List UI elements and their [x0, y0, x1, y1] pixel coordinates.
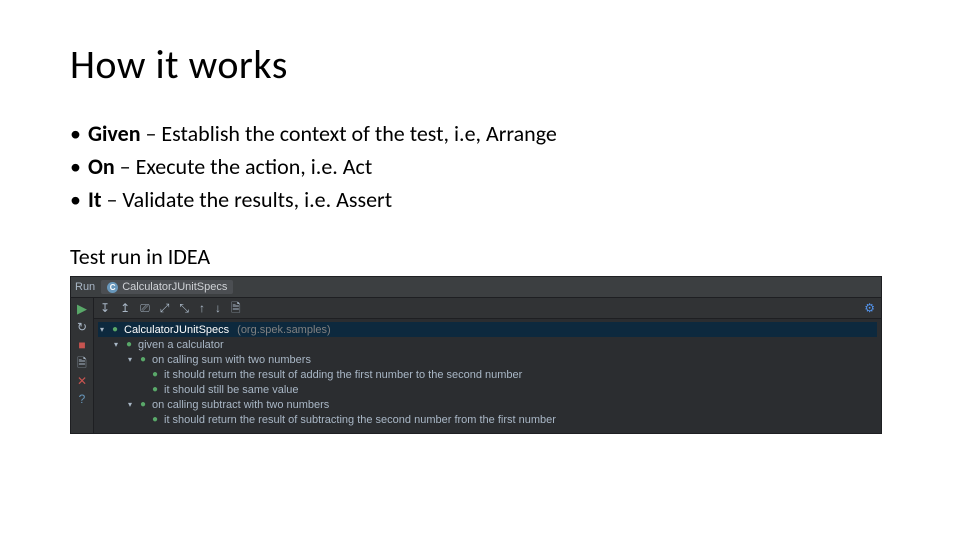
pass-icon: ● — [124, 339, 134, 350]
next-icon[interactable]: ↓ — [215, 302, 221, 314]
help-icon[interactable]: ? — [79, 393, 86, 405]
bullet-term: It — [88, 186, 102, 213]
chevron-down-icon[interactable]: ▾ — [98, 325, 106, 334]
pass-icon: ● — [138, 354, 148, 365]
bullet-term: Given — [88, 120, 141, 147]
filter-icon[interactable]: ⎚ — [140, 302, 150, 314]
ide-run-panel: Run C CalculatorJUnitSpecs ▶ ↻ ■ 🗎 ✕ ? ↧… — [70, 276, 882, 434]
pass-icon: ● — [150, 384, 160, 395]
ide-body: ↧ ↥ ⎚ ⤢ ⤡ ↑ ↓ 🗎 ⚙ ▾ ● CalculatorJUnitSpe… — [94, 298, 881, 433]
slide: How it works Given – Establish the conte… — [0, 0, 960, 540]
bullet-text: – Establish the context of the test, i.e… — [141, 120, 557, 147]
ide-toolbar: ↧ ↥ ⎚ ⤢ ⤡ ↑ ↓ 🗎 ⚙ — [94, 298, 881, 319]
ide-left-gutter: ▶ ↻ ■ 🗎 ✕ ? — [71, 298, 94, 433]
bullet-text: – Validate the results, i.e. Assert — [102, 186, 393, 213]
stop-icon[interactable]: ■ — [78, 339, 85, 351]
run-tool-label: Run — [75, 281, 95, 293]
close-icon[interactable]: ✕ — [77, 375, 87, 387]
tree-label: it should still be same value — [164, 384, 299, 396]
tree-group[interactable]: ▾ ● on calling subtract with two numbers — [98, 397, 877, 412]
tree-label: on calling sum with two numbers — [152, 354, 311, 366]
subheading: Test run in IDEA — [70, 243, 890, 270]
chevron-down-icon[interactable]: ▾ — [126, 355, 134, 364]
bullet-text: – Execute the action, i.e. Act — [115, 153, 373, 180]
ide-tab-bar: Run C CalculatorJUnitSpecs — [71, 277, 881, 298]
run-config-name: CalculatorJUnitSpecs — [122, 281, 227, 293]
run-icon[interactable]: ▶ — [77, 302, 87, 315]
tree-root[interactable]: ▾ ● CalculatorJUnitSpecs (org.spek.sampl… — [98, 322, 877, 337]
pass-icon: ● — [138, 399, 148, 410]
bullet-term: On — [88, 153, 115, 180]
bullet-list: Given – Establish the context of the tes… — [70, 119, 890, 215]
export-results-icon[interactable]: 🗎 — [231, 302, 241, 314]
sort-down-icon[interactable]: ↧ — [100, 302, 110, 314]
tree-leaf[interactable]: ● it should return the result of adding … — [98, 367, 877, 382]
test-tree: ▾ ● CalculatorJUnitSpecs (org.spek.sampl… — [94, 319, 881, 433]
pass-icon: ● — [150, 369, 160, 380]
bullet-item: It – Validate the results, i.e. Assert — [70, 185, 890, 216]
tree-label: it should return the result of subtracti… — [164, 414, 556, 426]
pass-icon: ● — [110, 324, 120, 335]
rerun-icon[interactable]: ↻ — [77, 321, 87, 333]
collapse-icon[interactable]: ⤡ — [179, 302, 189, 314]
tree-label: on calling subtract with two numbers — [152, 399, 329, 411]
bullet-item: On – Execute the action, i.e. Act — [70, 152, 890, 183]
bullet-item: Given – Establish the context of the tes… — [70, 119, 890, 150]
tree-label: it should return the result of adding th… — [164, 369, 522, 381]
chevron-down-icon[interactable]: ▾ — [112, 340, 120, 349]
export-icon[interactable]: 🗎 — [77, 357, 87, 369]
ide-main: ▶ ↻ ■ 🗎 ✕ ? ↧ ↥ ⎚ ⤢ ⤡ ↑ ↓ 🗎 ⚙ — [71, 298, 881, 433]
prev-icon[interactable]: ↑ — [199, 302, 205, 314]
pass-icon: ● — [150, 414, 160, 425]
gear-icon[interactable]: ⚙ — [864, 302, 875, 314]
tree-group[interactable]: ▾ ● given a calculator — [98, 337, 877, 352]
tree-leaf[interactable]: ● it should return the result of subtrac… — [98, 412, 877, 427]
tree-leaf[interactable]: ● it should still be same value — [98, 382, 877, 397]
expand-icon[interactable]: ⤢ — [160, 302, 170, 314]
class-badge-icon: C — [107, 282, 118, 293]
slide-title: How it works — [70, 40, 890, 89]
tree-group[interactable]: ▾ ● on calling sum with two numbers — [98, 352, 877, 367]
tree-root-label: CalculatorJUnitSpecs — [124, 324, 229, 336]
run-config-tab[interactable]: C CalculatorJUnitSpecs — [101, 280, 233, 294]
sort-up-icon[interactable]: ↥ — [120, 302, 130, 314]
tree-root-package: (org.spek.samples) — [237, 324, 331, 336]
chevron-down-icon[interactable]: ▾ — [126, 400, 134, 409]
tree-label: given a calculator — [138, 339, 224, 351]
